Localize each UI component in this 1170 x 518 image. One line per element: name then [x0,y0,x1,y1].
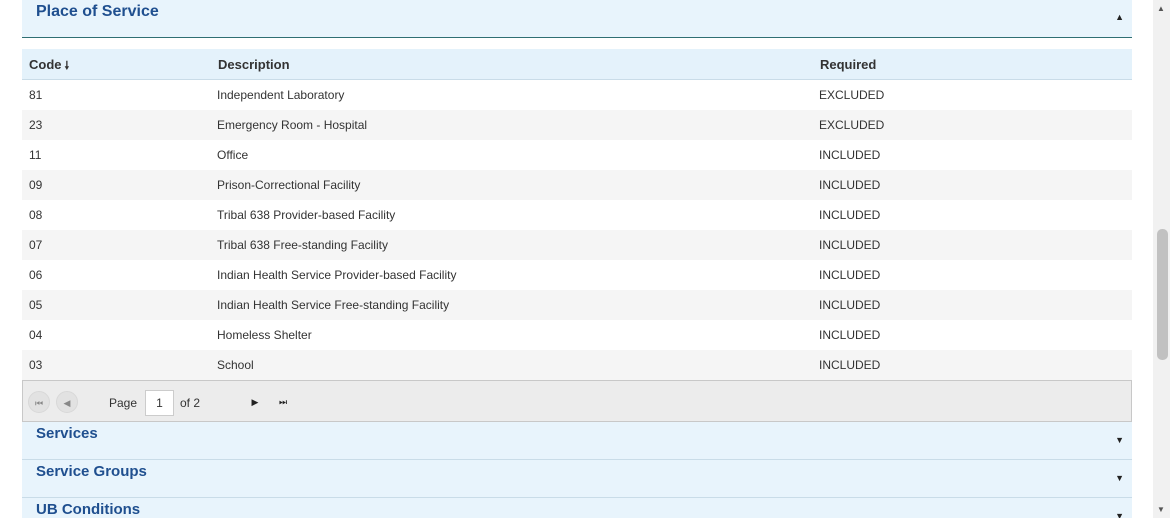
cell-description: Emergency Room - Hospital [217,118,368,132]
cell-description: Indian Health Service Provider-based Fac… [217,268,457,282]
column-header-required[interactable]: Required [820,57,876,72]
table-row[interactable]: 09 Prison-Correctional Facility INCLUDED [22,170,1132,200]
cell-description: Independent Laboratory [217,88,345,102]
cell-required: INCLUDED [819,178,881,192]
column-header-code[interactable]: Code 🠗 [29,57,69,76]
first-page-icon[interactable]: ⏮ [28,391,50,413]
table-row[interactable]: 11 Office INCLUDED [22,140,1132,170]
place-of-service-table: Code 🠗 Description Required 81 Independent… [22,49,1132,380]
scroll-up-icon[interactable]: ▲ [1157,4,1165,13]
expand-icon[interactable]: ▼ [1115,435,1124,445]
service-groups-accordion[interactable]: Service Groups ▼ [22,460,1132,498]
cell-description: Tribal 638 Provider-based Facility [217,208,396,222]
services-title: Services [36,425,98,442]
cell-description: Prison-Correctional Facility [217,178,361,192]
main-content: Place of Service ▲ Code 🠗 Description Req… [22,0,1132,518]
cell-code: 07 [29,238,43,252]
collapse-icon[interactable]: ▲ [1115,12,1124,22]
ub-conditions-accordion[interactable]: UB Conditions ▼ [22,498,1132,518]
table-row[interactable]: 05 Indian Health Service Free-standing Fa… [22,290,1132,320]
cell-required: INCLUDED [819,148,881,162]
cell-code: 23 [29,118,43,132]
cell-description: School [217,358,254,372]
place-of-service-header[interactable]: Place of Service ▲ [22,0,1132,38]
table-row[interactable]: 23 Emergency Room - Hospital EXCLUDED [22,110,1132,140]
table-row[interactable]: 06 Indian Health Service Provider-based F… [22,260,1132,290]
page-number-input[interactable] [145,390,174,416]
page-label: Page [109,396,138,410]
expand-icon[interactable]: ▼ [1115,511,1124,518]
sort-descending-icon: 🠗 [64,60,70,72]
place-of-service-title: Place of Service [36,3,159,20]
scroll-down-icon[interactable]: ▼ [1157,505,1165,514]
expand-icon[interactable]: ▼ [1115,473,1124,483]
cell-required: EXCLUDED [819,88,885,102]
cell-required: INCLUDED [819,298,881,312]
cell-required: INCLUDED [819,268,881,282]
cell-required: INCLUDED [819,208,881,222]
cell-required: INCLUDED [819,328,881,342]
table-row[interactable]: 08 Tribal 638 Provider-based Facility INCL… [22,200,1132,230]
cell-code: 81 [29,88,43,102]
table-header: Code 🠗 Description Required [22,49,1132,80]
cell-code: 03 [29,358,43,372]
table-row[interactable]: 03 School INCLUDED [22,350,1132,380]
cell-code: 05 [29,298,43,312]
cell-description: Homeless Shelter [217,328,312,342]
column-header-description[interactable]: Description [218,57,290,72]
cell-code: 06 [29,268,43,282]
ub-conditions-title: UB Conditions [36,501,141,518]
table-row[interactable]: 07 Tribal 638 Free-standing Facility INCLU… [22,230,1132,260]
service-groups-title: Service Groups [36,463,147,480]
table-row[interactable]: 04 Homeless Shelter INCLUDED [22,320,1132,350]
table-body: 81 Independent Laboratory EXCLUDED 23 Emerge… [22,80,1132,380]
cell-description: Office [217,148,249,162]
page-total: of 2 [180,396,201,410]
column-header-code-label: Code [29,57,62,72]
vertical-scrollbar[interactable]: ▲ ▼ [1153,0,1170,518]
cell-code: 04 [29,328,43,342]
cell-code: 09 [29,178,43,192]
cell-code: 08 [29,208,43,222]
cell-code: 11 [29,148,42,162]
cell-description: Tribal 638 Free-standing Facility [217,238,388,252]
cell-required: EXCLUDED [819,118,885,132]
scrollbar-thumb[interactable] [1157,229,1168,360]
cell-required: INCLUDED [819,238,881,252]
cell-required: INCLUDED [819,358,881,372]
table-row[interactable]: 81 Independent Laboratory EXCLUDED [22,80,1132,110]
next-page-icon[interactable]: ▶ [244,391,266,413]
previous-page-icon[interactable]: ◀ [56,391,78,413]
services-accordion[interactable]: Services ▼ [22,422,1132,460]
pagination-bar: ⏮ ◀ Page of 2 ▶ ⏭ [22,380,1132,422]
cell-description: Indian Health Service Free-standing Faci… [217,298,450,312]
last-page-icon[interactable]: ⏭ [272,391,294,413]
